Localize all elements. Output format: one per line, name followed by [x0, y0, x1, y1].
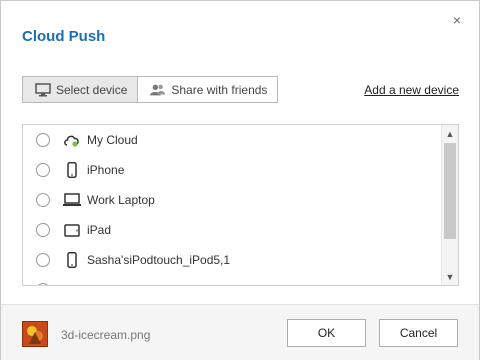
cloud-push-dialog: × Cloud Push Select device Share with fr… — [0, 0, 480, 360]
device-radio[interactable] — [36, 133, 50, 147]
ok-button[interactable]: OK — [287, 319, 366, 347]
device-row-work-laptop[interactable]: Work Laptop — [23, 185, 458, 215]
scrollbar-thumb[interactable] — [444, 143, 456, 239]
file-thumbnail-icon — [22, 321, 48, 347]
users-icon — [150, 83, 166, 97]
device-radio[interactable] — [36, 223, 50, 237]
tab-select-device-label: Select device — [56, 82, 128, 97]
device-radio[interactable] — [36, 163, 50, 177]
device-row-partial — [23, 275, 458, 285]
dialog-title: Cloud Push — [22, 28, 106, 45]
scroll-down-icon[interactable]: ▼ — [442, 269, 458, 285]
device-radio[interactable] — [36, 253, 50, 267]
device-row-ipad[interactable]: iPad — [23, 215, 458, 245]
device-list: My Cloud iPhone Work Laptop iPad Sasha's… — [22, 124, 459, 286]
monitor-icon — [35, 82, 51, 97]
device-radio[interactable] — [36, 283, 50, 285]
tab-share-with-friends[interactable]: Share with friends — [138, 76, 279, 103]
file-name: 3d-icecream.png — [61, 328, 151, 342]
tab-share-label: Share with friends — [171, 82, 268, 97]
ipod-icon — [63, 252, 81, 268]
tab-bar: Select device Share with friends — [22, 76, 279, 103]
device-label: iPad — [87, 223, 112, 237]
tab-select-device[interactable]: Select device — [22, 76, 139, 103]
cancel-button[interactable]: Cancel — [379, 319, 458, 347]
close-icon[interactable]: × — [449, 12, 465, 28]
device-row-iphone[interactable]: iPhone — [23, 155, 458, 185]
dialog-footer: 3d-icecream.png OK Cancel — [1, 304, 479, 360]
device-row-ipod[interactable]: Sasha'siPodtouch_iPod5,1 — [23, 245, 458, 275]
device-label: Work Laptop — [87, 193, 155, 207]
tablet-icon — [63, 222, 81, 238]
scroll-up-icon[interactable]: ▲ — [442, 126, 458, 142]
add-new-device-link[interactable]: Add a new device — [364, 83, 459, 97]
device-label: My Cloud — [87, 133, 138, 147]
laptop-icon — [63, 192, 81, 208]
list-scrollbar[interactable]: ▲ ▼ — [441, 125, 458, 285]
cloud-icon — [63, 132, 81, 148]
device-label: Sasha'siPodtouch_iPod5,1 — [87, 253, 231, 267]
device-radio[interactable] — [36, 193, 50, 207]
phone-icon — [63, 162, 81, 178]
device-row-my-cloud[interactable]: My Cloud — [23, 125, 458, 155]
device-label: iPhone — [87, 163, 125, 177]
